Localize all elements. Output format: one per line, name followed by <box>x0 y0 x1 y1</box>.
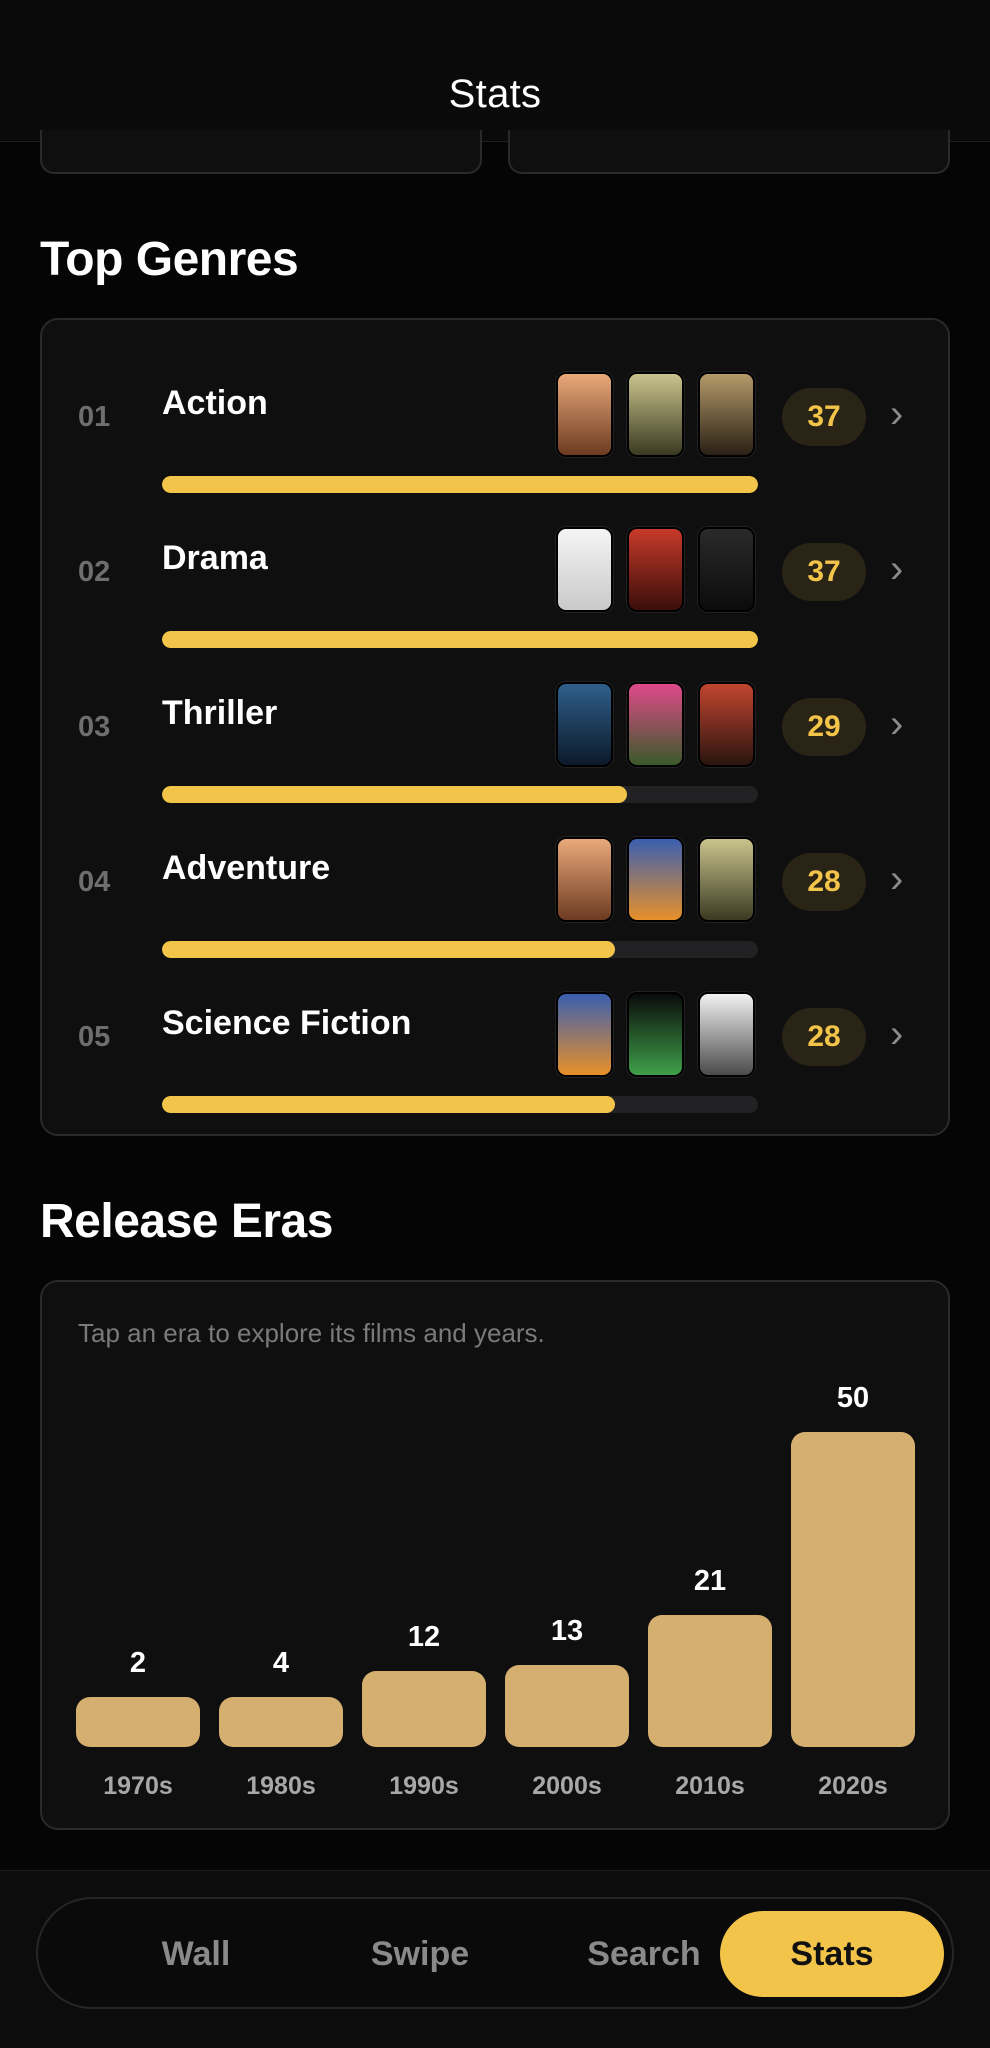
genre-count-badge: 37 <box>782 543 866 601</box>
poster-apocalypse-now-icon[interactable] <box>627 527 684 612</box>
chevron-right-icon[interactable]: › <box>890 702 903 747</box>
genre-progress-fill <box>162 631 758 648</box>
genre-posters <box>556 527 755 612</box>
era-bar-value: 21 <box>693 1564 727 1597</box>
poster-back-to-the-future-icon[interactable] <box>556 992 613 1077</box>
genre-progress-track <box>162 786 758 803</box>
era-label: 2020s <box>818 1772 888 1800</box>
era-bar-value: 4 <box>272 1647 290 1679</box>
genre-rank: 04 <box>78 866 111 898</box>
genre-posters <box>556 992 755 1077</box>
genre-count-badge: 28 <box>782 1008 866 1066</box>
poster-dark-knight-icon[interactable] <box>556 682 613 767</box>
bottom-tab-bar: Wall Swipe Search Stats <box>0 1870 990 2048</box>
genre-rank: 03 <box>78 711 111 743</box>
poster-lotr-towers-icon[interactable] <box>698 372 755 457</box>
genre-row[interactable]: 05 Science Fiction 28 › <box>42 958 952 1113</box>
genre-row[interactable]: 02 Drama 37 › <box>42 493 952 648</box>
genre-progress-fill <box>162 786 627 803</box>
era-bar[interactable] <box>219 1697 343 1747</box>
genre-progress-track <box>162 476 758 493</box>
era-label: 1990s <box>389 1772 459 1800</box>
genre-name: Drama <box>162 539 268 577</box>
poster-8-mile-icon[interactable] <box>698 527 755 612</box>
poster-pulp-fiction-icon[interactable] <box>698 682 755 767</box>
poster-matrix-icon[interactable] <box>698 992 755 1077</box>
era-bar[interactable] <box>362 1671 486 1747</box>
era-bar[interactable] <box>505 1665 629 1747</box>
genre-rank: 02 <box>78 556 111 588</box>
poster-alien-icon[interactable] <box>627 992 684 1077</box>
chevron-right-icon[interactable]: › <box>890 1012 903 1057</box>
genre-posters <box>556 682 755 767</box>
era-bar-value: 12 <box>407 1621 441 1654</box>
genre-count-badge: 28 <box>782 853 866 911</box>
genre-progress-track <box>162 631 758 648</box>
summary-card-right[interactable] <box>508 130 950 174</box>
top-genres-title: Top Genres <box>40 233 299 286</box>
poster-lotr-fellowship-icon[interactable] <box>627 372 684 457</box>
tab-wall[interactable]: Wall <box>84 1911 308 1997</box>
era-bar-value: 13 <box>550 1615 584 1648</box>
genre-count-badge: 29 <box>782 698 866 756</box>
era-label: 2010s <box>675 1772 745 1800</box>
era-bar[interactable] <box>76 1697 200 1747</box>
poster-fight-club-icon[interactable] <box>627 682 684 767</box>
release-eras-title: Release Eras <box>40 1195 333 1248</box>
era-label: 1980s <box>246 1772 316 1800</box>
genre-name: Science Fiction <box>162 1004 412 1042</box>
release-eras-hint: Tap an era to explore its films and year… <box>78 1318 545 1348</box>
era-label: 2000s <box>532 1772 602 1800</box>
genre-progress-track <box>162 941 758 958</box>
tab-pill: Wall Swipe Search Stats <box>36 1897 954 2009</box>
chevron-right-icon[interactable]: › <box>890 392 903 437</box>
era-bar-value: 50 <box>836 1382 870 1414</box>
era-bar[interactable] <box>648 1614 772 1747</box>
page-title: Stats <box>448 72 542 116</box>
genre-row[interactable]: 04 Adventure 28 › <box>42 803 952 958</box>
tab-swipe[interactable]: Swipe <box>308 1911 532 1997</box>
genre-progress-fill <box>162 1096 615 1113</box>
app-header: Stats <box>0 0 990 142</box>
genre-row[interactable]: 03 Thriller 29 › <box>42 648 952 803</box>
genre-progress-track <box>162 1096 758 1113</box>
genre-row[interactable]: 01 Action 37 › <box>42 338 952 493</box>
chevron-right-icon[interactable]: › <box>890 547 903 592</box>
poster-lotr-fellowship-icon[interactable] <box>698 837 755 922</box>
poster-forrest-gump-icon[interactable] <box>556 527 613 612</box>
poster-desert-icon[interactable] <box>556 372 613 457</box>
chevron-right-icon[interactable]: › <box>890 857 903 902</box>
release-eras-card: Tap an era to explore its films and year… <box>40 1280 950 1830</box>
genre-rank: 01 <box>78 401 111 433</box>
genre-rank: 05 <box>78 1021 111 1053</box>
tab-stats[interactable]: Stats <box>720 1911 944 1997</box>
era-label: 1970s <box>103 1772 173 1800</box>
poster-back-to-the-future-icon[interactable] <box>627 837 684 922</box>
genre-posters <box>556 372 755 457</box>
era-bar[interactable] <box>791 1432 915 1747</box>
genre-name: Adventure <box>162 849 331 887</box>
genre-count-badge: 37 <box>782 388 866 446</box>
genre-name: Thriller <box>162 694 278 732</box>
genre-name: Action <box>162 384 268 422</box>
genre-progress-fill <box>162 476 758 493</box>
summary-card-left[interactable] <box>40 130 482 174</box>
era-bar-value: 2 <box>129 1647 147 1679</box>
genre-progress-fill <box>162 941 615 958</box>
genre-posters <box>556 837 755 922</box>
top-genres-card: 01 Action 37 › 02 Drama 37 › 03 Thriller 29 › 04 Adve… <box>40 318 950 1136</box>
poster-desert-icon[interactable] <box>556 837 613 922</box>
